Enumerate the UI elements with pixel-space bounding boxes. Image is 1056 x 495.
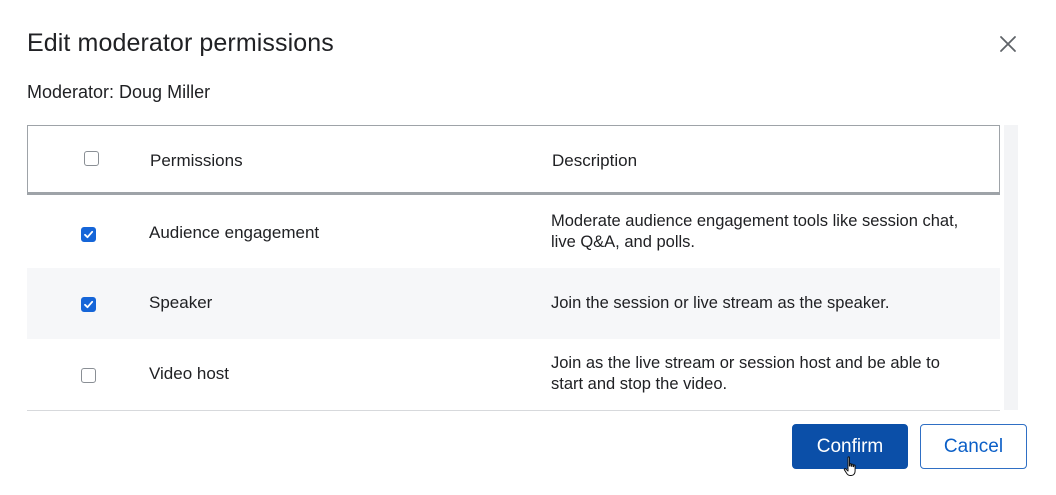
header-permissions: Permissions bbox=[150, 151, 243, 170]
table-header: Permissions Description bbox=[27, 125, 1000, 195]
edit-permissions-dialog: Edit moderator permissions Moderator: Do… bbox=[0, 0, 1056, 495]
permission-name: Audience engagement bbox=[149, 223, 320, 242]
cancel-button[interactable]: Cancel bbox=[920, 424, 1027, 469]
table-row: Video host Join as the live stream or se… bbox=[27, 339, 1000, 410]
close-icon bbox=[1000, 36, 1016, 52]
moderator-label: Moderator: Doug Miller bbox=[27, 82, 211, 102]
permission-description: Join the session or live stream as the s… bbox=[551, 294, 890, 312]
permission-description: Moderate audience engagement tools like … bbox=[551, 212, 959, 251]
close-button[interactable] bbox=[994, 30, 1022, 58]
row-checkbox-audience-engagement[interactable] bbox=[81, 227, 96, 242]
select-all-checkbox[interactable] bbox=[84, 151, 99, 166]
table-scrollbar[interactable] bbox=[1004, 125, 1018, 410]
row-checkbox-speaker[interactable] bbox=[81, 297, 96, 312]
check-icon bbox=[84, 300, 94, 309]
permission-name: Video host bbox=[149, 364, 230, 383]
header-description: Description bbox=[552, 151, 638, 170]
hand-pointer-icon bbox=[843, 456, 856, 476]
table-row: Speaker Join the session or live stream … bbox=[27, 268, 1000, 339]
permissions-table: Permissions Description Audience engagem… bbox=[27, 125, 1000, 411]
row-checkbox-video-host[interactable] bbox=[81, 368, 96, 383]
dialog-title: Edit moderator permissions bbox=[27, 29, 334, 57]
table-row: Audience engagement Moderate audience en… bbox=[27, 197, 1000, 268]
permission-name: Speaker bbox=[149, 293, 213, 312]
permission-description: Join as the live stream or session host … bbox=[551, 354, 940, 393]
check-icon bbox=[84, 230, 94, 239]
